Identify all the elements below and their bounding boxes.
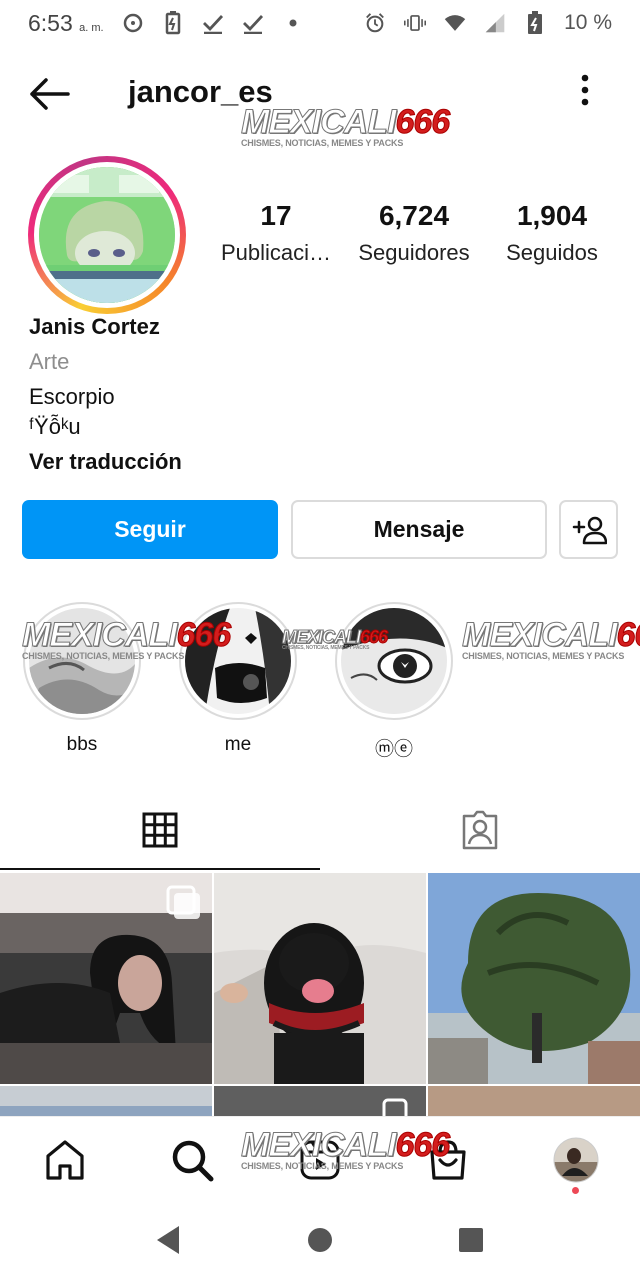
highlight-cover: [185, 608, 291, 714]
posts-grid: [0, 873, 640, 1116]
system-navigation: [0, 1202, 640, 1280]
back-button[interactable]: [26, 74, 74, 114]
chat-bubble-icon: [122, 12, 144, 34]
message-button[interactable]: Mensaje: [291, 500, 547, 559]
bottom-navigation: [0, 1116, 640, 1202]
translate-link[interactable]: Ver traducción: [29, 449, 182, 475]
highlight-label: bbs: [66, 734, 98, 755]
highlight-cover: [29, 608, 135, 714]
add-user-icon: [572, 516, 607, 544]
tagged-person-icon: [462, 810, 498, 850]
notification-dot: [572, 1187, 579, 1194]
home-icon: [46, 1140, 84, 1180]
check-icon: [242, 12, 264, 34]
profile-bio: Janis Cortez Arte Escorpio ᶠŸỗᵏu Ver tra…: [29, 314, 182, 475]
bio-line: Escorpio: [29, 384, 115, 409]
system-recents-button[interactable]: [451, 1220, 491, 1260]
reels-icon: [300, 1140, 340, 1180]
highlight-label: ⓜⓔ: [374, 739, 413, 760]
battery-percent: 10 %: [564, 11, 612, 34]
tab-tagged[interactable]: [320, 790, 640, 870]
active-tab-indicator: [0, 868, 320, 870]
watermark-logo: MEXICALI666 CHISMES, NOTICIAS, MEMES Y P…: [461, 616, 640, 661]
highlight-cover: [341, 608, 447, 714]
status-bar: 6:53 a. m. 10 %: [0, 0, 640, 46]
tab-grid[interactable]: [0, 790, 320, 870]
stat-posts-label: Publicaci…: [220, 240, 332, 265]
shop-icon: [430, 1140, 466, 1180]
stat-followers-count: 6,724: [378, 200, 450, 231]
grid-icon: [142, 812, 178, 848]
home-circle-icon: [308, 1228, 332, 1252]
stat-following-count: 1,904: [516, 200, 588, 231]
stat-posts-count: 17: [260, 200, 292, 231]
alarm-icon: [364, 12, 386, 34]
more-options-button[interactable]: [580, 74, 600, 114]
profile-header: jancor_es: [0, 60, 640, 130]
wifi-icon: [444, 12, 466, 34]
more-vertical-icon: [581, 74, 589, 106]
nav-home[interactable]: [40, 1135, 90, 1185]
check-icon: [202, 12, 224, 34]
profile-avatar: [39, 167, 175, 303]
vibrate-icon: [404, 12, 427, 34]
post-thumbnail[interactable]: [428, 1086, 640, 1116]
stat-following-label: Seguidos: [506, 240, 598, 265]
post-thumbnail[interactable]: [0, 873, 212, 1084]
post-thumbnail[interactable]: [214, 1086, 426, 1116]
stat-followers-label: Seguidores: [358, 240, 470, 265]
nav-shop[interactable]: [423, 1135, 473, 1185]
system-home-button[interactable]: [300, 1220, 340, 1260]
highlight-me-circled[interactable]: ⓜⓔ: [334, 602, 454, 761]
nav-search[interactable]: [167, 1135, 217, 1185]
battery-saver-icon: [162, 11, 184, 35]
stat-followers[interactable]: 6,724 Seguidores: [352, 200, 476, 266]
highlight-label: me: [224, 734, 252, 755]
profile-name: Janis Cortez: [29, 314, 160, 339]
battery-icon: [524, 11, 546, 34]
profile-category: Arte: [29, 349, 70, 374]
post-thumbnail[interactable]: [0, 1086, 212, 1116]
follow-button[interactable]: Seguir: [22, 500, 278, 559]
signal-icon: [484, 12, 506, 34]
stat-posts[interactable]: 17 Publicaci…: [214, 200, 338, 266]
stat-following[interactable]: 1,904 Seguidos: [490, 200, 614, 266]
profile-avatar-ring[interactable]: [28, 156, 186, 314]
system-back-button[interactable]: [148, 1220, 188, 1260]
nav-reels[interactable]: [295, 1135, 345, 1185]
profile-stats: 17 Publicaci… 6,724 Seguidores 1,904 Seg…: [214, 200, 614, 266]
dot-icon: [282, 12, 304, 34]
suggested-users-button[interactable]: [559, 500, 618, 559]
highlight-me[interactable]: me: [178, 602, 298, 756]
back-triangle-icon: [157, 1226, 179, 1254]
post-thumbnail[interactable]: [214, 873, 426, 1084]
bio-line: ᶠŸỗᵏu: [29, 414, 81, 439]
profile-username: jancor_es: [128, 74, 273, 109]
highlight-bbs[interactable]: bbs: [22, 602, 142, 756]
search-icon: [172, 1140, 214, 1182]
profile-tabs: [0, 790, 640, 870]
status-time: 6:53 a. m.: [28, 9, 104, 36]
recents-square-icon: [459, 1228, 483, 1252]
post-thumbnail[interactable]: [428, 873, 640, 1084]
profile-avatar: [553, 1137, 599, 1183]
back-arrow-icon: [30, 78, 70, 110]
nav-profile[interactable]: [550, 1135, 602, 1185]
